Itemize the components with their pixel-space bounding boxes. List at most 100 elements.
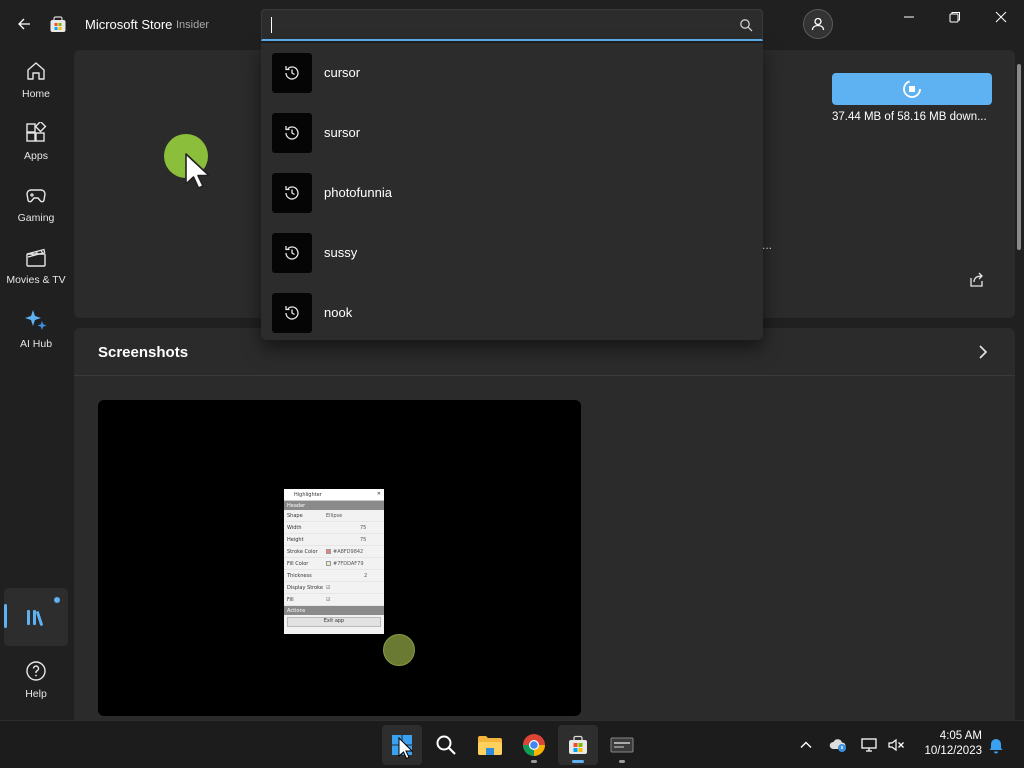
active-indicator: [4, 604, 7, 628]
tray-overflow-button[interactable]: [796, 735, 816, 755]
preview-row-value: #7FDDAF79: [333, 561, 364, 567]
close-button[interactable]: [986, 6, 1016, 28]
running-indicator: [531, 760, 537, 763]
preview-actions-header: Actions: [284, 606, 384, 615]
mouse-cursor-icon: [398, 737, 414, 760]
preview-row: Fill ☑: [284, 594, 384, 606]
checkbox-checked-icon: ☑: [326, 585, 331, 591]
app-window-icon: [610, 737, 634, 753]
history-icon: [272, 53, 312, 93]
text-caret: [271, 17, 272, 33]
suggestion-item[interactable]: cursor: [261, 43, 763, 103]
clock-time: 4:05 AM: [939, 730, 982, 742]
sidebar-item-library[interactable]: [4, 588, 68, 646]
restore-icon: [949, 12, 960, 23]
sidebar-item-gaming[interactable]: Gaming: [4, 174, 68, 230]
download-status: 37.44 MB of 58.16 MB down...: [832, 111, 987, 123]
suggestion-item[interactable]: nook: [261, 283, 763, 343]
taskbar-clock[interactable]: 4:05 AM 10/12/2023: [918, 729, 982, 759]
suggestion-item[interactable]: sussy: [261, 223, 763, 283]
chrome-icon: [523, 734, 545, 756]
suggestion-label: sussy: [324, 245, 358, 260]
back-button[interactable]: [10, 10, 38, 38]
suggestion-item[interactable]: sursor: [261, 103, 763, 163]
library-icon: [27, 610, 43, 626]
preview-row-label: Fill: [287, 597, 294, 603]
suggestion-label: sursor: [324, 125, 361, 140]
search-icon: [436, 735, 456, 755]
preview-row: Width 75: [284, 522, 384, 534]
restore-button[interactable]: [940, 6, 970, 28]
sidebar-item-label: Apps: [24, 150, 48, 162]
tray-onedrive[interactable]: [828, 735, 848, 755]
sidebar-item-label: AI Hub: [19, 338, 53, 350]
tray-network[interactable]: [860, 735, 880, 755]
sidebar-item-label: Gaming: [17, 212, 55, 224]
chevron-right-icon[interactable]: [975, 344, 991, 360]
preview-row: Height 75: [284, 534, 384, 546]
preview-row-label: Fill Color: [287, 561, 309, 567]
taskbar-chrome[interactable]: [514, 725, 554, 765]
share-icon[interactable]: [968, 271, 985, 288]
preview-row-value: 75: [360, 525, 367, 531]
sidebar-item-label: Help: [25, 688, 47, 700]
minimize-icon: [904, 16, 914, 18]
preview-row: Display Stroke ☑: [284, 582, 384, 594]
folder-icon: [478, 736, 502, 755]
suggestion-label: cursor: [324, 65, 361, 80]
screenshots-title: Screenshots: [98, 344, 189, 361]
preview-row-value: #A8FD9842: [333, 549, 364, 555]
taskbar-highlighter-app[interactable]: [602, 725, 642, 765]
title-bar: Microsoft Store Insider: [0, 0, 1024, 48]
taskbar-start-button[interactable]: [382, 725, 422, 765]
page-scrollbar[interactable]: [1017, 64, 1021, 250]
sidebar-item-movies-tv[interactable]: Movies & TV: [4, 236, 68, 292]
person-icon: [811, 17, 825, 31]
preview-row: Shape Ellipse: [284, 510, 384, 522]
minimize-button[interactable]: [894, 6, 924, 28]
preview-app-window: Highlighter ✕ Header Shape Ellipse Width 7…: [284, 489, 384, 634]
preview-row: Stroke Color #A8FD9842: [284, 546, 384, 558]
sidebar-item-label: Movies & TV: [6, 274, 66, 286]
screenshot-thumbnail[interactable]: Highlighter ✕ Header Shape Ellipse Width 7…: [98, 400, 581, 716]
bell-icon: [989, 739, 1003, 754]
taskbar-search-button[interactable]: [426, 725, 466, 765]
sidebar-item-apps[interactable]: Apps: [4, 112, 68, 168]
preview-row-value: 2: [364, 573, 368, 579]
highlight-circle: [383, 634, 415, 666]
taskbar-microsoft-store[interactable]: [558, 725, 598, 765]
sidebar-item-help[interactable]: Help: [4, 650, 68, 706]
section-divider: [74, 375, 1015, 376]
cursor-pointer-icon: [185, 153, 210, 189]
search-box[interactable]: [261, 9, 763, 41]
apps-icon: [26, 122, 47, 142]
tray-notifications[interactable]: [986, 735, 1006, 755]
search-icon[interactable]: [739, 18, 753, 32]
stop-download-icon: [903, 80, 921, 98]
sidebar-item-ai-hub[interactable]: AI Hub: [4, 298, 68, 354]
taskbar: 4:05 AM 10/12/2023: [0, 720, 1024, 768]
preview-close-icon: ✕: [376, 491, 381, 497]
cloud-icon: [829, 739, 846, 752]
chevron-up-icon: [800, 741, 812, 748]
running-indicator: [619, 760, 625, 763]
suggestion-label: nook: [324, 305, 353, 320]
sidebar-item-home[interactable]: Home: [4, 50, 68, 106]
suggestion-item[interactable]: photofunnia: [261, 163, 763, 223]
suggestion-label: photofunnia: [324, 185, 392, 200]
account-button[interactable]: [803, 9, 833, 39]
preview-row-label: Thickness: [287, 573, 312, 579]
update-badge: [54, 597, 60, 603]
history-icon: [272, 293, 312, 333]
search-input[interactable]: [274, 10, 734, 40]
taskbar-file-explorer[interactable]: [470, 725, 510, 765]
clapperboard-icon: [26, 248, 46, 267]
install-progress-button[interactable]: [832, 73, 992, 105]
checkbox-checked-icon: ☑: [326, 597, 331, 603]
preview-row: Fill Color #7FDDAF79: [284, 558, 384, 570]
history-icon: [272, 233, 312, 273]
app-channel-label: Insider: [176, 19, 210, 31]
tray-volume[interactable]: [886, 735, 906, 755]
preview-exit-button: Exit app: [287, 617, 381, 627]
store-logo-icon: [50, 16, 66, 32]
